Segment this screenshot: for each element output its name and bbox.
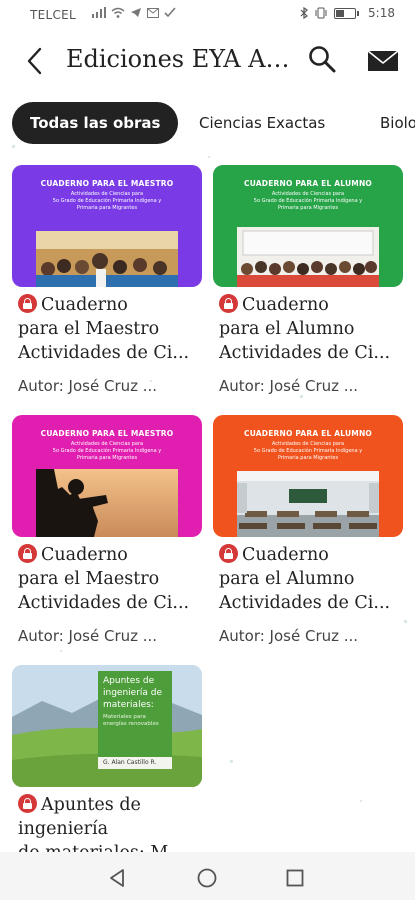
cover-subtitle-line: Primaria para Migrantes (277, 455, 339, 461)
book-author: Autor: José Cruz ... (219, 377, 359, 395)
background-speck (360, 800, 362, 802)
nav-recents-icon[interactable] (286, 869, 304, 887)
tab-ciencias-exactas[interactable]: Ciencias Exactas (199, 102, 325, 144)
cover-subtitle: Actividades de Ciencias para 5o Grado de… (12, 441, 202, 462)
cover-subtitle: Materiales para energías renovables (103, 714, 168, 728)
book-title[interactable]: Cuaderno para el Alumno Actividades de C… (219, 293, 403, 365)
book-title[interactable]: Cuaderno para el Maestro Actividades de … (18, 293, 202, 365)
cover-subtitle-line: 5o Grado de Educación Primaria Indígena … (253, 198, 363, 204)
bluetooth-icon (300, 7, 308, 19)
book-title-line: para el Maestro (18, 319, 160, 339)
cover-subtitle-line: Primaria para Migrantes (277, 205, 339, 211)
lock-icon (219, 294, 238, 313)
cover-subtitle: Actividades de Ciencias para 5o Grado de… (213, 191, 403, 212)
check-icon (164, 7, 176, 18)
book-cover[interactable]: CUADERNO PARA EL ALUMNO Actividades de C… (213, 165, 403, 287)
cover-heading: CUADERNO PARA EL ALUMNO (244, 429, 372, 438)
book-cover[interactable]: CUADERNO PARA EL ALUMNO Actividades de C… (213, 415, 403, 537)
status-bar: TELCEL 5:18 (0, 0, 415, 30)
battery-icon (334, 7, 360, 19)
lock-icon (18, 794, 37, 813)
cover-subtitle-line: 5o Grado de Educación Primaria Indígena … (52, 198, 162, 204)
cover-subtitle-line: Actividades de Ciencias para (271, 191, 345, 197)
cover-subtitle-line: energías renovables (103, 721, 159, 727)
cover-subtitle-line: 5o Grado de Educación Primaria Indígena … (253, 448, 363, 454)
category-tabs: Todas las obras Ciencias Exactas Biolo (0, 102, 415, 146)
cover-subtitle-line: Materiales para (103, 714, 146, 720)
background-speck (208, 156, 210, 158)
book-title[interactable]: Cuaderno para el Maestro Actividades de … (18, 543, 202, 615)
book-title-line: para el Maestro (18, 569, 160, 589)
page-title: Ediciones EYA AC... (66, 45, 296, 73)
book-author: Autor: José Cruz ... (219, 627, 359, 645)
tab-biologia[interactable]: Biolo (380, 102, 415, 144)
cover-subtitle-line: Primaria para Migrantes (76, 455, 138, 461)
lock-icon (18, 294, 37, 313)
cover-subtitle-line: Actividades de Ciencias para (70, 441, 144, 447)
background-speck (404, 620, 407, 623)
wifi-icon (111, 7, 125, 18)
book-title-line: Cuaderno (242, 295, 329, 315)
arrow-back-icon[interactable] (20, 44, 50, 78)
app-header: Ediciones EYA AC... (0, 32, 415, 90)
book-title-line: Cuaderno (41, 545, 128, 565)
cover-subtitle-line: Primaria para Migrantes (76, 205, 138, 211)
book-title-line: Actividades de Ci... (18, 343, 190, 363)
cover-heading: CUADERNO PARA EL MAESTRO (40, 429, 174, 438)
cover-author-band: G. Alan Castillo R. (98, 757, 172, 769)
background-speck (230, 760, 233, 763)
status-icons-right: 5:18 (300, 6, 395, 20)
cover-author: G. Alan Castillo R. (103, 759, 157, 766)
cover-photo-empty-classroom (237, 471, 379, 537)
cover-subtitle: Actividades de Ciencias para 5o Grado de… (213, 441, 403, 462)
book-cover[interactable]: CUADERNO PARA EL MAESTRO Actividades de … (12, 415, 202, 537)
search-icon[interactable] (306, 44, 338, 76)
mail-status-icon (147, 7, 159, 18)
mail-icon[interactable] (366, 46, 400, 76)
book-title-line: Actividades de Ci... (18, 593, 190, 613)
book-cover[interactable]: Apuntes de ingeniería de materiales: Mat… (12, 665, 202, 787)
background-speck (60, 650, 62, 652)
signal-icon (92, 7, 106, 18)
background-speck (300, 395, 303, 398)
cover-subtitle-line: 5o Grado de Educación Primaria Indígena … (52, 448, 162, 454)
cover-heading: Apuntes de ingeniería de materiales: (103, 676, 163, 710)
cover-photo-reading-silhouette (36, 469, 178, 537)
book-title-line: Actividades de Ci... (219, 593, 391, 613)
status-icons-left (92, 7, 176, 18)
nav-back-icon[interactable] (108, 868, 128, 888)
cover-heading: CUADERNO PARA EL ALUMNO (244, 179, 372, 188)
carrier-label: TELCEL (30, 8, 77, 22)
lock-icon (18, 544, 37, 563)
book-title-line: para el Alumno (219, 569, 355, 589)
cover-subtitle: Actividades de Ciencias para 5o Grado de… (12, 191, 202, 212)
cover-heading: CUADERNO PARA EL MAESTRO (40, 179, 174, 188)
tab-todas-las-obras[interactable]: Todas las obras (12, 102, 179, 144)
cover-subtitle-line: Actividades de Ciencias para (70, 191, 144, 197)
book-title-line: para el Alumno (219, 319, 355, 339)
book-title[interactable]: Cuaderno para el Alumno Actividades de C… (219, 543, 403, 615)
cover-photo-students (237, 227, 379, 287)
system-nav-bar (0, 852, 415, 900)
book-title-line: Cuaderno (242, 545, 329, 565)
book-title-line: Cuaderno (41, 295, 128, 315)
book-title-line: ingeniería (18, 819, 109, 839)
book-author: Autor: José Cruz ... (18, 627, 158, 645)
cover-photo-classroom (36, 231, 178, 287)
book-cover[interactable]: CUADERNO PARA EL MAESTRO Actividades de … (12, 165, 202, 287)
cover-subtitle-line: Actividades de Ciencias para (271, 441, 345, 447)
lock-icon (219, 544, 238, 563)
nav-home-icon[interactable] (197, 868, 217, 888)
cover-title-panel: Apuntes de ingeniería de materiales: Mat… (98, 671, 172, 769)
book-author: Autor: José Cruz ... (18, 377, 158, 395)
book-title-line: Apuntes de (41, 795, 141, 815)
book-title-line: Actividades de Ci... (219, 343, 391, 363)
clock: 5:18 (368, 6, 395, 20)
telegram-icon (131, 8, 141, 17)
vibrate-icon (315, 7, 327, 19)
